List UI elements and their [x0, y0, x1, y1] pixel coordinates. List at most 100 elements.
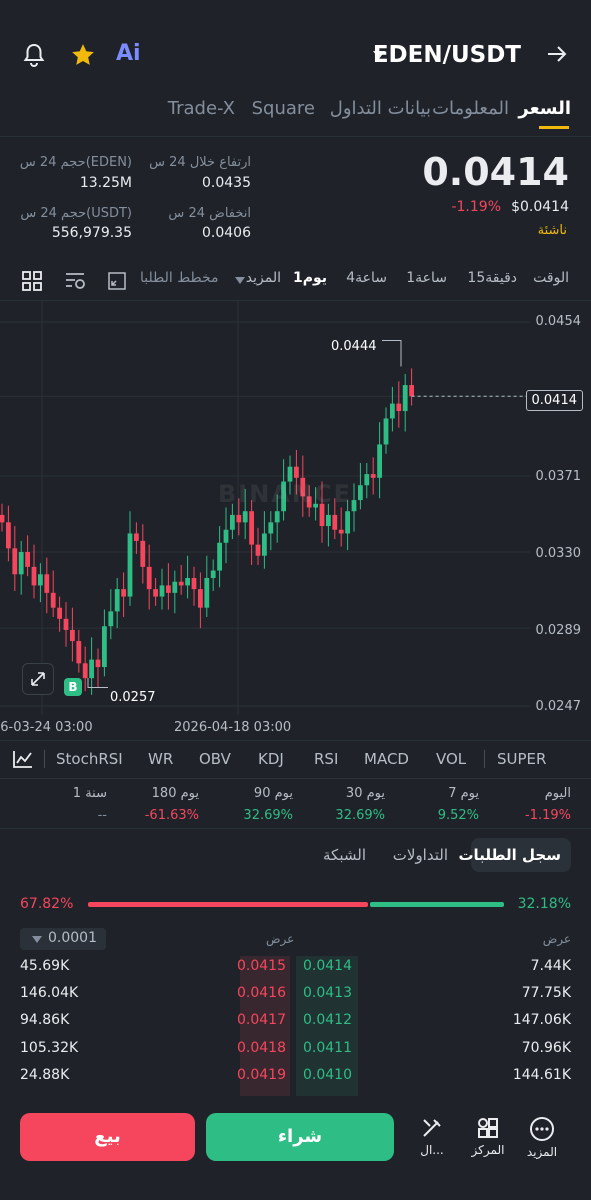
candle-body [63, 618, 69, 630]
tab-trade-x[interactable]: Trade-X [168, 98, 235, 119]
bell-icon[interactable] [22, 42, 46, 68]
orderbook-row[interactable]: 45.69K 0.0415 0.0414 7.44K [0, 954, 591, 981]
candle-body [140, 540, 146, 567]
high-marker: 0.0444 [331, 339, 377, 354]
tab-network[interactable]: الشبكة [323, 846, 366, 864]
candle-body [76, 641, 82, 664]
ind-macd[interactable]: MACD [364, 750, 409, 768]
tab-trading-data[interactable]: بيانات التداول [330, 98, 431, 119]
candle-body [364, 474, 370, 486]
candle-body [127, 533, 133, 597]
depth-chart-tab[interactable]: مخطط الطلبا [140, 270, 219, 286]
tab-price[interactable]: السعر [518, 98, 571, 119]
more-button[interactable]: المزيد [522, 1116, 562, 1159]
tf-1h[interactable]: 1ساعة [406, 270, 447, 286]
tools-icon [423, 1119, 441, 1137]
orderbook-row[interactable]: 24.88K 0.0419 0.0410 144.61K [0, 1063, 591, 1090]
candle-body [12, 548, 18, 575]
tf-4h[interactable]: 4ساعة [346, 270, 387, 286]
tab-square[interactable]: Square [252, 98, 315, 119]
candle-body [18, 552, 24, 575]
precision-select[interactable]: 0.0001 [20, 928, 106, 950]
candle-body [390, 403, 395, 419]
center-button[interactable]: المركز [468, 1116, 508, 1157]
orderbook-row[interactable]: 146.04K 0.0416 0.0413 77.75K [0, 981, 591, 1008]
indicator-icon[interactable] [12, 749, 34, 769]
ind-super[interactable]: SUPER [497, 750, 546, 768]
perf-value: 32.69% [243, 808, 293, 823]
candle-body [114, 589, 120, 612]
low-marker: 0.0257 [110, 690, 156, 705]
pair-title[interactable]: EDEN/USDT [373, 42, 521, 68]
perf-label: 90 يوم [253, 786, 293, 801]
divider [0, 136, 591, 137]
tf-1d[interactable]: 1يوم [293, 270, 327, 286]
candle-body [274, 511, 280, 523]
ask-qty: 105.32K [20, 1040, 79, 1056]
bid-qty: 144.61K [512, 1067, 571, 1083]
time-label[interactable]: الوقت [533, 270, 569, 286]
depth-chart-icon[interactable] [107, 271, 127, 291]
perf-label: 180 يوم [151, 786, 199, 801]
perf-value: 9.52% [437, 808, 479, 823]
orderbook-row[interactable]: 94.86K 0.0417 0.0412 147.06K [0, 1008, 591, 1035]
x-tick: 26-03-24 03:00 [0, 720, 93, 735]
grid-layout-icon[interactable] [22, 271, 42, 291]
perf-label: 7 يوم [448, 786, 479, 801]
sell-button[interactable]: بيع [20, 1113, 195, 1161]
ai-icon[interactable]: Ai [116, 41, 141, 66]
perf-label: اليوم [544, 786, 571, 801]
candle-body [332, 514, 338, 530]
high-label: ارتفاع خلال 24 س [149, 155, 251, 170]
separator [44, 750, 45, 768]
candle-body [370, 474, 376, 478]
candle-body [121, 589, 126, 597]
tab-trades[interactable]: التداولات [393, 846, 448, 864]
divider [0, 828, 591, 829]
perf-label: 30 يوم [345, 786, 385, 801]
y-tick: 0.0330 [535, 546, 582, 561]
high-value: 0.0435 [202, 175, 251, 191]
bid-qty: 7.44K [530, 958, 571, 974]
bid-price: 0.0413 [303, 985, 352, 1001]
candle-body [262, 533, 267, 556]
price-chart[interactable] [0, 300, 591, 740]
fullscreen-button[interactable] [22, 663, 54, 695]
bid-price: 0.0414 [303, 958, 352, 974]
price-change: -1.19% [451, 199, 501, 215]
tools-label: ال... [420, 1143, 444, 1157]
ind-kdj[interactable]: KDJ [258, 750, 284, 768]
ind-stochrsi[interactable]: StochRSI [56, 750, 123, 768]
divider [0, 778, 591, 779]
ind-rsi[interactable]: RSI [314, 750, 338, 768]
ask-price: 0.0419 [237, 1067, 286, 1083]
star-icon[interactable] [70, 42, 96, 68]
candle-body [57, 607, 62, 619]
candle-body [134, 533, 139, 541]
ind-wr[interactable]: WR [148, 750, 173, 768]
candle-body [294, 466, 299, 478]
candle-body [70, 629, 75, 642]
tab-info[interactable]: المعلومات [432, 98, 509, 119]
tab-orderbook[interactable]: سجل الطلبات [458, 838, 571, 872]
orderbook-row[interactable]: 105.32K 0.0418 0.0411 70.96K [0, 1036, 591, 1063]
candle-body [6, 522, 11, 549]
tools-button[interactable]: ال... [412, 1116, 452, 1157]
buy-marker[interactable]: B [64, 678, 82, 696]
vol-base-value: 13.25M [79, 175, 132, 191]
tf-15m[interactable]: 15دقيقة [467, 270, 517, 286]
candlestick-chart[interactable] [0, 300, 591, 740]
candle-body [377, 444, 382, 478]
candle-body [153, 589, 158, 597]
chart-settings-icon[interactable] [64, 270, 86, 292]
ind-vol[interactable]: VOL [436, 750, 466, 768]
more-label: المزيد [526, 1145, 558, 1159]
buy-button[interactable]: شراء [206, 1113, 394, 1161]
perf-label: 1 سنة [72, 786, 107, 801]
precision-value: 0.0001 [48, 930, 97, 946]
ind-obv[interactable]: OBV [199, 750, 231, 768]
share-arrow-icon[interactable] [545, 42, 569, 66]
candle-body [108, 611, 114, 627]
grid-icon [478, 1118, 498, 1138]
more-timeframes[interactable]: المزيد [246, 270, 281, 286]
